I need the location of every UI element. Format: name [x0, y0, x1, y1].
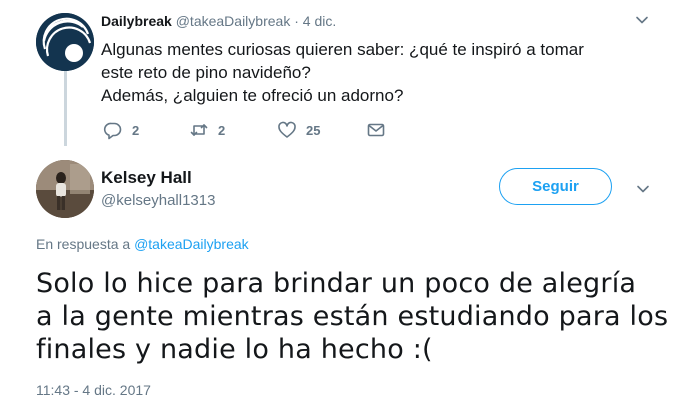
tweet-text-line: a la gente mientras están estudiando par… — [36, 301, 669, 332]
tweet-text-line: Algunas mentes curiosas quieren saber: ¿… — [101, 40, 584, 59]
reply-target-link[interactable]: @takeaDailybreak — [134, 236, 249, 252]
dailybreak-avatar[interactable] — [36, 13, 94, 71]
follow-button[interactable]: Seguir — [499, 168, 612, 205]
tweet-text-line: finales y nadie lo ha hecho :( — [36, 334, 433, 365]
author-name[interactable]: Dailybreak — [101, 13, 172, 29]
kelsey-hall-avatar[interactable] — [36, 160, 94, 218]
retweet-icon — [190, 124, 208, 136]
like-count: 25 — [306, 122, 321, 138]
chevron-down-icon[interactable] — [634, 12, 650, 28]
parent-tweet-header: Dailybreak @takeaDailybreak · 4 dic. — [101, 12, 336, 30]
chevron-down-icon[interactable] — [635, 181, 651, 197]
profile-photo — [36, 160, 94, 218]
like-icon — [278, 121, 296, 138]
tweet-date[interactable]: 4 dic. — [303, 13, 336, 29]
reply-tweet-text: Solo lo hice para brindar un poco de ale… — [36, 267, 681, 366]
reply-count: 2 — [132, 122, 140, 138]
reply-button[interactable]: 2 — [103, 120, 139, 140]
tweet-timestamp[interactable]: 11:43 - 4 dic. 2017 — [36, 381, 151, 399]
reply-author-name[interactable]: Kelsey Hall — [101, 167, 192, 188]
like-button[interactable]: 25 — [277, 120, 320, 140]
reply-author-handle[interactable]: @kelseyhall1313 — [101, 192, 215, 210]
in-reply-to: En respuesta a @takeaDailybreak — [36, 235, 249, 253]
separator-dot: · — [294, 13, 299, 29]
retweet-button[interactable]: 2 — [189, 120, 225, 140]
direct-message-button[interactable] — [366, 120, 386, 140]
dailybreak-logo — [36, 13, 94, 71]
reply-icon — [103, 122, 122, 140]
retweet-count: 2 — [218, 122, 226, 138]
direct-message-icon — [367, 123, 385, 137]
reply-prefix: En respuesta a — [36, 236, 131, 252]
author-handle[interactable]: @takeaDailybreak — [176, 13, 291, 29]
tweet-text-line: Solo lo hice para brindar un poco de ale… — [36, 268, 637, 299]
thread-connector-line — [64, 68, 67, 146]
parent-tweet-text: Algunas mentes curiosas quieren saber: ¿… — [101, 38, 661, 107]
tweet-text-line: Además, ¿alguien te ofreció un adorno? — [101, 86, 404, 105]
tweet-text-line: este reto de pino navideño? — [101, 63, 311, 82]
